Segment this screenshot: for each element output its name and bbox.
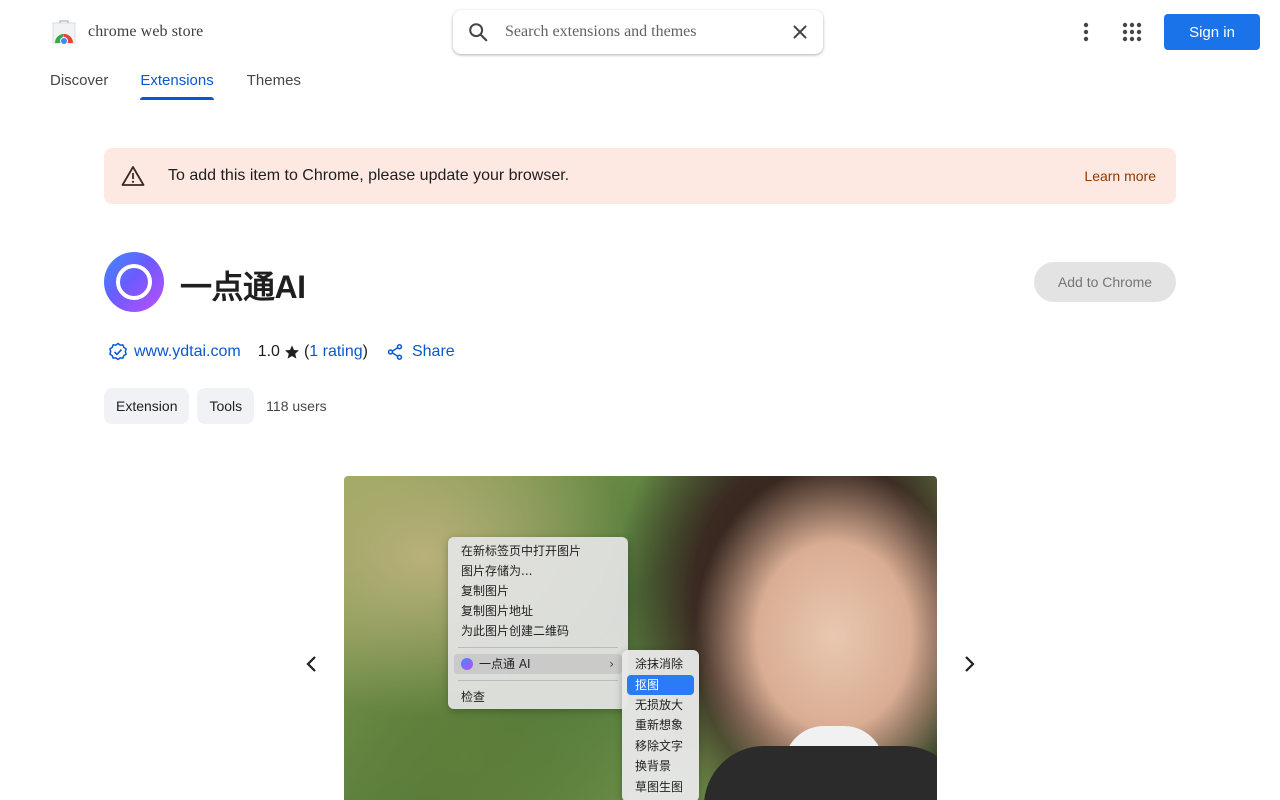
store-logo[interactable]: chrome web store (50, 18, 203, 46)
chip-extension[interactable]: Extension (104, 388, 190, 424)
tab-extensions[interactable]: Extensions (140, 72, 215, 100)
context-menu-item: 复制图片 (461, 584, 510, 598)
chevron-left-icon[interactable] (300, 652, 324, 676)
share-button[interactable]: Share (412, 343, 455, 361)
publisher-site-link[interactable]: www.ydtai.com (134, 343, 241, 361)
sign-in-button[interactable]: Sign in (1164, 14, 1260, 50)
chevron-right-icon[interactable] (957, 652, 981, 676)
chrome-web-store-logo-icon (50, 18, 78, 46)
submenu-arrow-icon: › (609, 657, 614, 671)
add-to-chrome-button[interactable]: Add to Chrome (1034, 262, 1176, 302)
update-browser-banner: To add this item to Chrome, please updat… (104, 148, 1176, 204)
extension-meta: www.ydtai.com 1.0 ( 1 rating ) Share (108, 340, 455, 364)
extension-logo (104, 252, 164, 312)
submenu-item: 换背景 (635, 759, 672, 773)
highlighted-label: 一点通 AI (479, 657, 531, 671)
nav-tabs: Discover Extensions Themes (50, 72, 301, 100)
rating-count-link[interactable]: 1 rating (309, 343, 362, 361)
search-icon[interactable] (467, 21, 489, 43)
context-menu: 在新标签页中打开图片 图片存储为... 复制图片 复制图片地址 为此图片创建二维… (448, 537, 628, 709)
store-name[interactable]: chrome web store (88, 23, 203, 41)
search-box[interactable] (453, 10, 823, 54)
learn-more-link[interactable]: Learn more (1084, 168, 1156, 184)
submenu-item: 移除文字 (635, 738, 684, 753)
context-menu-item: 复制图片地址 (461, 604, 534, 618)
more-vert-icon[interactable] (1072, 18, 1100, 46)
menu-divider (458, 647, 618, 648)
share-icon[interactable] (386, 343, 404, 361)
submenu-item: 重新想象 (635, 718, 684, 732)
context-menu-item: 为此图片创建二维码 (461, 624, 570, 638)
submenu-item: 涂抹消除 (635, 657, 684, 671)
apps-grid-icon[interactable] (1118, 18, 1146, 46)
warning-icon (121, 165, 145, 187)
tab-discover[interactable]: Discover (50, 72, 108, 100)
context-menu-item: 在新标签页中打开图片 (461, 544, 582, 558)
extension-title: 一点通AI (180, 269, 306, 305)
verified-icon (108, 342, 128, 362)
submenu-item: 草图生图 (635, 779, 684, 794)
context-menu-item: 检查 (461, 690, 486, 704)
context-menu-item: 图片存储为... (461, 564, 533, 578)
close-icon[interactable] (789, 21, 811, 43)
app-mini-icon (461, 658, 473, 670)
tab-themes[interactable]: Themes (247, 72, 301, 100)
submenu-item: 无损放大 (635, 697, 684, 712)
rating-close-paren: ) (362, 343, 368, 360)
photo-shirt (704, 746, 937, 800)
submenu: 涂抹消除 抠图 无损放大 重新想象 移除文字 换背景 草图生图 (622, 650, 699, 800)
chip-tools[interactable]: Tools (197, 388, 255, 424)
submenu-item-selected: 抠图 (627, 674, 694, 695)
context-menu-item-highlighted: 一点通 AI › (454, 654, 622, 674)
banner-message: To add this item to Chrome, please updat… (168, 167, 570, 184)
category-chips: Extension Tools 118 users (104, 388, 327, 424)
menu-divider (458, 680, 618, 681)
search-input[interactable] (505, 20, 775, 44)
screenshot-image: 在新标签页中打开图片 图片存储为... 复制图片 复制图片地址 为此图片创建二维… (344, 476, 937, 800)
user-count: 118 users (266, 398, 327, 414)
star-icon (284, 344, 300, 360)
rating-value: 1.0 (257, 343, 280, 360)
